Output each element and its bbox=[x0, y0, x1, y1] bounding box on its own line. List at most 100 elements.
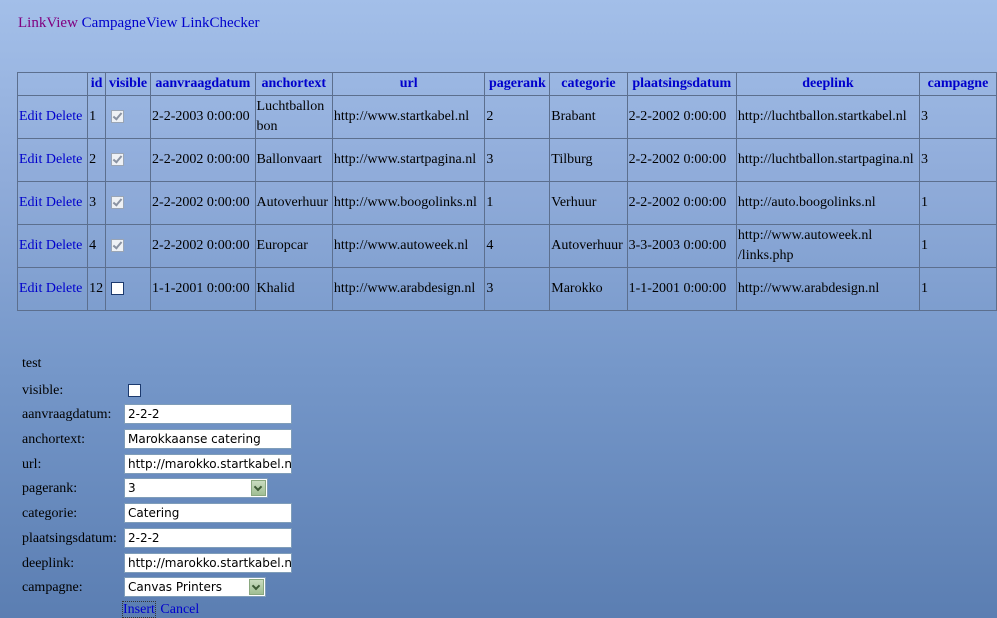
table-row: Edit Delete 4 2-2-2002 0:00:00 Europcar … bbox=[16, 224, 997, 268]
col-header-anchortext[interactable]: anchortext bbox=[254, 72, 333, 96]
edit-link[interactable]: Edit bbox=[19, 109, 42, 124]
table-row: Edit Delete 2 2-2-2002 0:00:00 Ballonvaa… bbox=[16, 138, 997, 182]
cell-deeplink: http://www.arabdesign.nl bbox=[735, 267, 920, 311]
cell-plaatsingsdatum: 3-3-2003 0:00:00 bbox=[626, 224, 737, 268]
links-grid: id visible aanvraagdatum anchortext url … bbox=[16, 72, 997, 311]
cell-visible bbox=[104, 224, 152, 268]
cell-url: http://www.startpagina.nl bbox=[331, 138, 486, 182]
cell-categorie: Autoverhuur bbox=[549, 224, 628, 268]
col-header-pagerank[interactable]: pagerank bbox=[484, 72, 551, 96]
cell-anchortext: Ballonvaart bbox=[254, 138, 333, 182]
nav-link-linkview[interactable]: LinkView bbox=[18, 15, 78, 31]
cell-visible bbox=[104, 267, 152, 311]
cell-campagne: 1 bbox=[918, 181, 997, 225]
cell-pagerank: 3 bbox=[484, 138, 551, 182]
grid-header-row: id visible aanvraagdatum anchortext url … bbox=[16, 72, 997, 96]
cell-campagne: 1 bbox=[918, 267, 997, 311]
cell-id: 3 bbox=[87, 181, 106, 225]
checkbox-icon bbox=[110, 239, 124, 253]
plaatsingsdatum-label: plaatsingsdatum: bbox=[22, 531, 117, 546]
nav-link-campagneview[interactable]: CampagneView bbox=[82, 15, 178, 31]
row-actions: Edit Delete bbox=[16, 267, 89, 311]
categorie-label: categorie: bbox=[22, 506, 78, 521]
edit-link[interactable]: Edit bbox=[19, 195, 42, 210]
cell-pagerank: 1 bbox=[484, 181, 551, 225]
table-row: Edit Delete 12 1-1-2001 0:00:00 Khalid h… bbox=[16, 267, 997, 311]
delete-link[interactable]: Delete bbox=[46, 281, 83, 296]
top-navigation: LinkView CampagneView LinkChecker bbox=[18, 15, 259, 32]
checkbox-icon bbox=[110, 153, 124, 167]
visible-checkbox[interactable] bbox=[128, 383, 141, 399]
delete-link[interactable]: Delete bbox=[46, 109, 83, 124]
delete-link[interactable]: Delete bbox=[46, 238, 83, 253]
visible-label: visible: bbox=[22, 383, 64, 398]
deeplink-input[interactable]: http://marokko.startkabel.nl bbox=[124, 553, 292, 573]
col-header-campagne[interactable]: campagne bbox=[918, 72, 997, 96]
cell-categorie: Marokko bbox=[549, 267, 628, 311]
cell-categorie: Brabant bbox=[549, 95, 628, 139]
form-actions: Insert Cancel bbox=[122, 601, 199, 618]
col-header-aanvraagdatum[interactable]: aanvraagdatum bbox=[150, 72, 256, 96]
pagerank-selected-value: 3 bbox=[128, 481, 136, 495]
cell-aanvraagdatum: 2-2-2002 0:00:00 bbox=[150, 138, 256, 182]
row-actions: Edit Delete bbox=[16, 224, 89, 268]
cell-deeplink: http://luchtballon.startkabel.nl bbox=[735, 95, 920, 139]
pagerank-label: pagerank: bbox=[22, 481, 78, 496]
cell-categorie: Tilburg bbox=[549, 138, 628, 182]
cell-aanvraagdatum: 2-2-2002 0:00:00 bbox=[150, 181, 256, 225]
cell-anchortext: Autoverhuur bbox=[254, 181, 333, 225]
chevron-down-icon[interactable] bbox=[251, 480, 266, 496]
cell-plaatsingsdatum: 2-2-2002 0:00:00 bbox=[626, 138, 737, 182]
cell-visible bbox=[104, 181, 152, 225]
col-header-plaatsingsdatum[interactable]: plaatsingsdatum bbox=[626, 72, 737, 96]
cell-url: http://www.startkabel.nl bbox=[331, 95, 486, 139]
delete-link[interactable]: Delete bbox=[46, 152, 83, 167]
checkbox-icon bbox=[110, 196, 124, 210]
edit-link[interactable]: Edit bbox=[19, 152, 42, 167]
categorie-input[interactable]: Catering bbox=[124, 503, 292, 523]
cancel-link[interactable]: Cancel bbox=[160, 602, 199, 617]
nav-link-linkchecker[interactable]: LinkChecker bbox=[181, 15, 259, 31]
delete-link[interactable]: Delete bbox=[46, 195, 83, 210]
url-label: url: bbox=[22, 457, 42, 472]
cell-aanvraagdatum: 1-1-2001 0:00:00 bbox=[150, 267, 256, 311]
cell-aanvraagdatum: 2-2-2002 0:00:00 bbox=[150, 224, 256, 268]
url-input[interactable]: http://marokko.startkabel.nl bbox=[124, 454, 292, 474]
col-header-deeplink[interactable]: deeplink bbox=[735, 72, 920, 96]
cell-deeplink: http://www.autoweek.nl /links.php bbox=[735, 224, 920, 268]
cell-plaatsingsdatum: 2-2-2002 0:00:00 bbox=[626, 181, 737, 225]
pagerank-select[interactable]: 3 bbox=[124, 478, 268, 498]
plaatsingsdatum-input[interactable]: 2-2-2 bbox=[124, 528, 292, 548]
anchortext-input[interactable]: Marokkaanse catering bbox=[124, 429, 292, 449]
row-actions: Edit Delete bbox=[16, 138, 89, 182]
table-row: Edit Delete 1 2-2-2003 0:00:00 Luchtball… bbox=[16, 95, 997, 139]
cell-anchortext: Luchtballon bon bbox=[254, 95, 333, 139]
cell-visible bbox=[104, 138, 152, 182]
cell-url: http://www.boogolinks.nl bbox=[331, 181, 486, 225]
cell-campagne: 3 bbox=[918, 138, 997, 182]
row-actions: Edit Delete bbox=[16, 181, 89, 225]
campagne-label: campagne: bbox=[22, 580, 83, 595]
cell-aanvraagdatum: 2-2-2003 0:00:00 bbox=[150, 95, 256, 139]
col-header-url[interactable]: url bbox=[331, 72, 486, 96]
campagne-select[interactable]: Canvas Printers bbox=[124, 577, 266, 597]
aanvraagdatum-input[interactable]: 2-2-2 bbox=[124, 404, 292, 424]
col-header-visible[interactable]: visible bbox=[104, 72, 152, 96]
edit-link[interactable]: Edit bbox=[19, 281, 42, 296]
cell-id: 1 bbox=[87, 95, 106, 139]
cell-campagne: 1 bbox=[918, 224, 997, 268]
cell-id: 2 bbox=[87, 138, 106, 182]
chevron-down-icon[interactable] bbox=[249, 579, 264, 595]
col-header-id[interactable]: id bbox=[87, 72, 106, 96]
col-header-categorie[interactable]: categorie bbox=[549, 72, 628, 96]
insert-link[interactable]: Insert bbox=[122, 601, 156, 618]
cell-deeplink: http://auto.boogolinks.nl bbox=[735, 181, 920, 225]
edit-link[interactable]: Edit bbox=[19, 238, 42, 253]
cell-anchortext: Europcar bbox=[254, 224, 333, 268]
cell-plaatsingsdatum: 2-2-2002 0:00:00 bbox=[626, 95, 737, 139]
cell-pagerank: 2 bbox=[484, 95, 551, 139]
cell-campagne: 3 bbox=[918, 95, 997, 139]
table-row: Edit Delete 3 2-2-2002 0:00:00 Autoverhu… bbox=[16, 181, 997, 225]
cell-categorie: Verhuur bbox=[549, 181, 628, 225]
col-header-actions bbox=[16, 72, 89, 96]
